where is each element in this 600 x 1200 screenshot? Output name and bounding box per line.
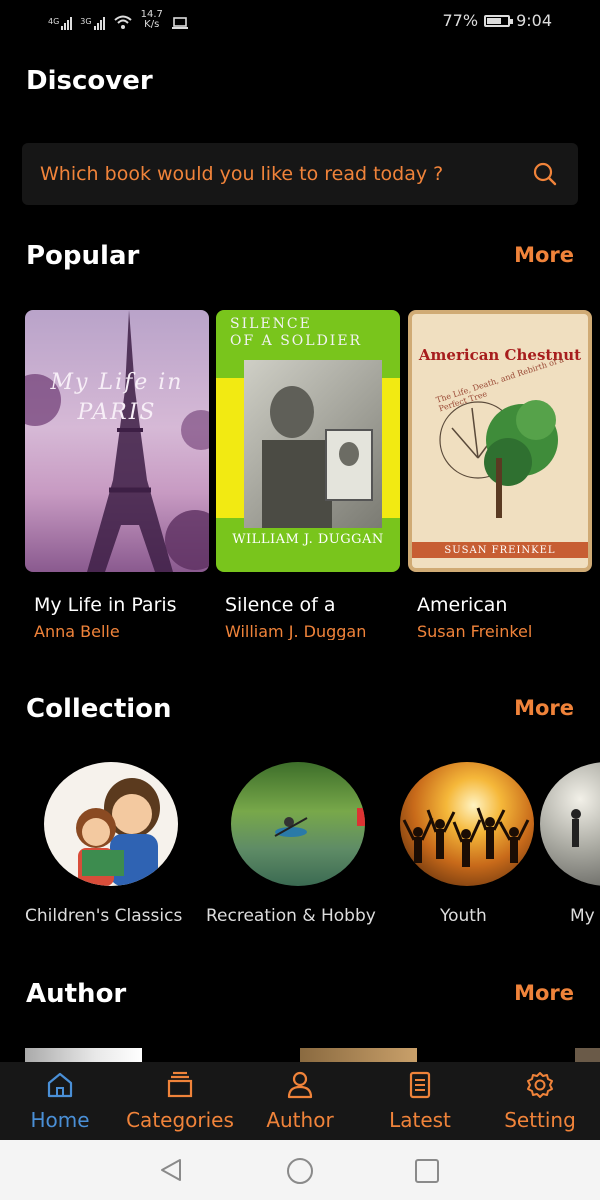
collection-item[interactable]: Children's Classics xyxy=(25,762,182,926)
system-navigation-bar xyxy=(0,1140,600,1200)
nav-home[interactable]: Home xyxy=(0,1062,120,1140)
nav-label: Categories xyxy=(126,1108,234,1132)
search-icon[interactable] xyxy=(532,161,558,187)
book-card[interactable]: SILENCE OF A SOLDIER WILLIAM J. DUGGAN S… xyxy=(216,310,400,640)
back-icon[interactable] xyxy=(158,1157,184,1183)
author-card[interactable] xyxy=(25,1048,142,1062)
author-card[interactable] xyxy=(300,1048,417,1062)
author-more-link[interactable]: More xyxy=(514,981,574,1005)
nav-latest[interactable]: Latest xyxy=(360,1062,480,1140)
speed-unit: K/s xyxy=(144,19,160,30)
popular-heading: Popular xyxy=(26,241,140,271)
book-card[interactable]: My Life in PARIS My Life in Paris Anna B… xyxy=(25,310,209,640)
nav-label: Home xyxy=(30,1108,90,1132)
nav-label: Setting xyxy=(504,1108,576,1132)
search-input[interactable]: Which book would you like to read today … xyxy=(22,143,578,205)
network-type-1: 4G xyxy=(48,17,60,26)
battery-icon xyxy=(484,14,514,27)
collection-list: Children's Classics Recreation & Hobby Y… xyxy=(0,762,600,942)
wifi-icon xyxy=(113,15,132,29)
nav-author[interactable]: Author xyxy=(240,1062,360,1140)
collection-item[interactable]: My xyxy=(540,762,600,926)
book-author: Susan Freinkel xyxy=(417,622,533,640)
collection-label: Recreation & Hobby xyxy=(206,906,376,926)
collection-image-my xyxy=(540,762,600,886)
network-speed: 14.7 K/s xyxy=(141,10,163,30)
status-left: 4G 3G 14.7 K/s xyxy=(48,10,189,30)
book-title: My Life in Paris xyxy=(34,594,177,616)
soldier-photo xyxy=(244,360,382,528)
book-card[interactable]: American Chestnut The Life, Death, and R… xyxy=(408,310,592,640)
book-cover-chestnut[interactable]: American Chestnut The Life, Death, and R… xyxy=(408,310,592,572)
clock: 9:04 xyxy=(516,11,552,30)
collection-heading: Collection xyxy=(26,694,172,724)
recents-icon[interactable] xyxy=(414,1158,440,1184)
popular-more-link[interactable]: More xyxy=(514,243,574,267)
signal-icon-2: 3G xyxy=(80,17,105,30)
status-right: 77% 9:04 xyxy=(443,11,553,30)
cover-author-chestnut: SUSAN FREINKEL xyxy=(444,545,556,556)
status-bar: 4G 3G 14.7 K/s 77% 9:04 xyxy=(0,0,600,44)
document-icon xyxy=(409,1071,431,1099)
book-author: Anna Belle xyxy=(34,622,120,640)
collection-label: Youth xyxy=(440,906,487,926)
collection-image-youth xyxy=(400,762,534,886)
person-icon xyxy=(287,1071,313,1099)
home-icon xyxy=(47,1072,73,1098)
page-title: Discover xyxy=(26,66,153,96)
collection-more-link[interactable]: More xyxy=(514,696,574,720)
nav-categories[interactable]: Categories xyxy=(120,1062,240,1140)
cover-author-soldier: WILLIAM J. DUGGAN xyxy=(232,532,384,547)
popular-books-list: My Life in PARIS My Life in Paris Anna B… xyxy=(25,310,600,640)
cover-title-soldier: SILENCE OF A SOLDIER xyxy=(230,316,363,349)
collection-image-recreation xyxy=(231,762,365,886)
signal-icon-1: 4G xyxy=(48,17,73,30)
collection-item[interactable]: Youth xyxy=(400,762,534,926)
bottom-navigation: Home Categories Author Latest Setting xyxy=(0,1062,600,1140)
collection-label: My xyxy=(570,906,595,926)
book-author: William J. Duggan xyxy=(225,622,367,640)
battery-percent: 77% xyxy=(442,11,479,30)
eiffel-tower-image xyxy=(25,310,209,572)
home-button-icon[interactable] xyxy=(286,1157,314,1185)
nav-label: Author xyxy=(266,1108,334,1132)
collection-image-childrens xyxy=(44,762,178,886)
book-cover-paris[interactable]: My Life in PARIS xyxy=(25,310,209,572)
search-placeholder: Which book would you like to read today … xyxy=(40,163,444,185)
author-heading: Author xyxy=(26,979,127,1009)
book-title: American xyxy=(417,594,508,616)
nav-setting[interactable]: Setting xyxy=(480,1062,600,1140)
collection-label: Children's Classics xyxy=(25,906,183,926)
book-title: Silence of a xyxy=(225,594,336,616)
collection-item[interactable]: Recreation & Hobby xyxy=(206,762,376,926)
battery-level-fill xyxy=(487,17,501,24)
categories-icon xyxy=(167,1071,193,1098)
tree-image xyxy=(439,400,558,518)
book-cover-soldier[interactable]: SILENCE OF A SOLDIER WILLIAM J. DUGGAN xyxy=(216,310,400,572)
laptop-icon xyxy=(171,17,188,29)
cover-title-paris: My Life in PARIS xyxy=(50,370,184,425)
network-type-2: 3G xyxy=(80,17,92,26)
nav-label: Latest xyxy=(389,1108,451,1132)
author-card[interactable] xyxy=(575,1048,600,1062)
gear-icon xyxy=(527,1072,553,1098)
